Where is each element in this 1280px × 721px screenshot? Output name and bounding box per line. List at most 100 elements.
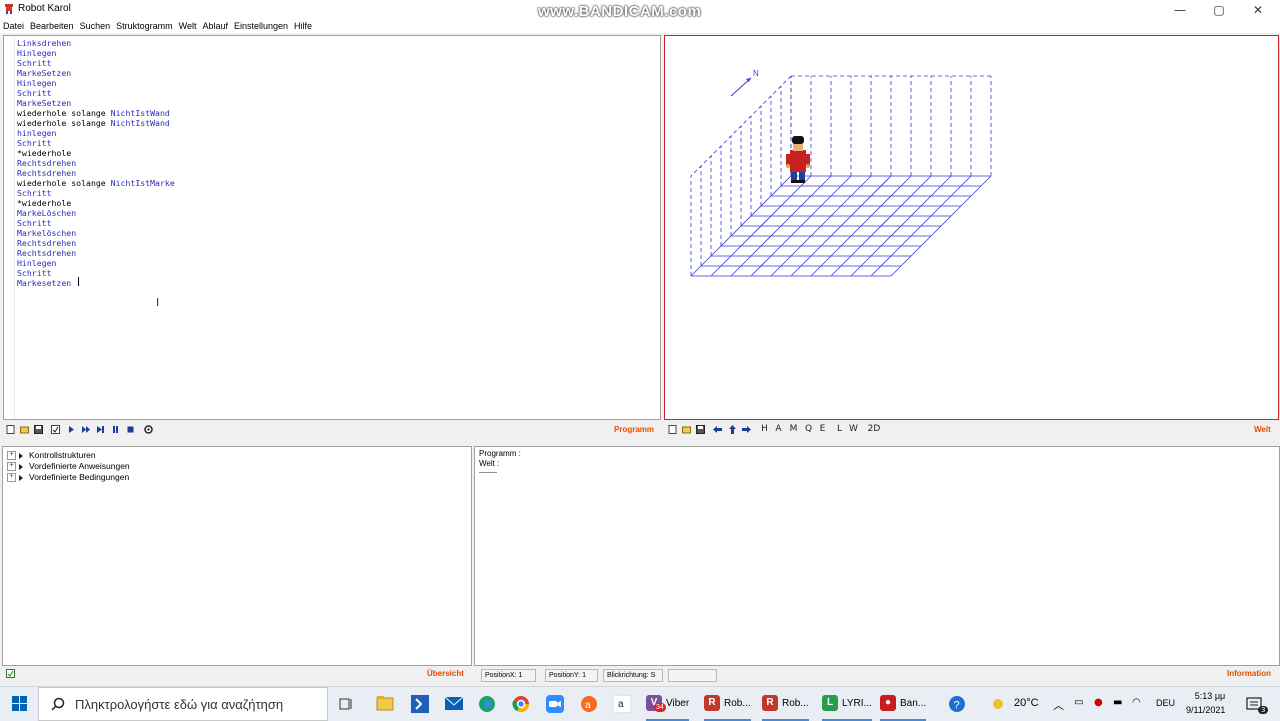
taskbar-app-4[interactable]: ● Ban... [880,687,927,721]
weather-temperature[interactable]: 20°C [1014,697,1039,709]
code-keyword: wiederhole solange [17,108,111,118]
clock-time[interactable]: 5:13 μμ [1190,691,1230,701]
avast-icon[interactable]: a [580,695,598,716]
world-tool-2d[interactable]: 2D [867,425,881,434]
taskbar-app-1[interactable]: R Rob... [704,687,751,721]
tree-item-bedingungen[interactable]: + Vordefinierte Bedingungen [7,472,130,483]
world-tool-m[interactable]: M [789,425,798,434]
code-line: Linksdrehen [17,38,175,48]
arrow-right-icon [19,463,23,470]
direction-field: Blickrichtung: S [603,669,663,682]
wifi-icon[interactable]: ◠ [1132,697,1141,708]
taskbar-app-2[interactable]: R Rob... [762,687,809,721]
expand-icon[interactable]: + [7,473,16,483]
world-tool-q[interactable]: Q [804,425,813,434]
settings-gear-icon[interactable] [144,425,153,434]
windows-start-icon[interactable] [12,696,28,715]
expand-icon[interactable]: + [7,462,16,472]
zoom-icon[interactable] [546,695,564,716]
world-toolbar: H A M Q E L W 2D Welt [664,421,1277,439]
world-tool-a[interactable]: A [774,425,783,434]
program-panel-label: Programm [614,425,655,434]
code-command: Schritt [17,218,52,228]
tree-item-kontrollstrukturen[interactable]: + Kontrollstrukturen [7,450,96,461]
taskbar-app-3[interactable]: L LYRI... [822,687,872,721]
world-tool-h[interactable]: H [760,425,769,434]
check-syntax-icon[interactable] [51,425,60,434]
task-view-icon[interactable] [338,696,354,715]
code-command: Rechtsdrehen [17,158,77,168]
code-command: Linksdrehen [17,38,72,48]
code-command: Schritt [17,268,52,278]
tree-item-anweisungen[interactable]: + Vordefinierte Anweisungen [7,461,130,472]
chrome-icon[interactable] [512,695,530,716]
mail-icon[interactable] [444,696,464,715]
keyboard-language[interactable]: DEU [1156,698,1175,708]
code-command: Rechtsdrehen [17,248,77,258]
info-program: Programm : [479,449,521,458]
robot-karol-app-icon [4,4,14,14]
save-icon[interactable] [34,425,43,434]
tray-bandicam-icon[interactable]: ● [1094,697,1103,708]
menu-bearbeiten[interactable]: Bearbeiten [27,20,77,33]
menu-welt[interactable]: Welt [176,20,200,33]
open-folder-icon[interactable] [20,425,29,434]
turn-left-icon[interactable] [713,425,722,434]
save-world-icon[interactable] [696,425,705,434]
code-command: Schritt [17,138,52,148]
maximize-button[interactable]: ▢ [1209,2,1229,18]
notification-count-badge: 3 [1258,706,1269,714]
window-title: Robot Karol [18,3,71,14]
menu-einstellungen[interactable]: Einstellungen [231,20,291,33]
menu-ablauf[interactable]: Ablauf [199,20,231,33]
menu-struktogramm[interactable]: Struktogramm [113,20,176,33]
chevron-up-icon[interactable]: ︿ [1053,697,1064,713]
close-button[interactable]: ✕ [1248,2,1268,18]
code-command: Rechtsdrehen [17,238,77,248]
code-listing[interactable]: Linksdrehen Hinlegen Schritt MarkeSetzen Hin… [17,38,175,288]
code-keyword: wiederhole solange [17,178,111,188]
tray-screen-icon[interactable]: ▭ [1074,697,1083,708]
edge-icon[interactable] [478,695,496,716]
weather-icon [990,696,1006,715]
help-icon[interactable]: ? [948,695,966,716]
powershell-icon[interactable] [411,695,429,716]
step-forward-icon[interactable] [728,425,737,434]
tree-item-label: Vordefinierte Anweisungen [29,461,130,471]
world-tool-l[interactable]: L [835,425,844,434]
new-world-icon[interactable] [668,425,677,434]
code-line: wiederhole solange NichtIstWand [17,118,175,128]
minimize-button[interactable]: — [1170,2,1190,18]
taskbar-search-box[interactable]: Πληκτρολογήστε εδώ για αναζήτηση [38,687,328,721]
info-rule: ——— [479,470,497,476]
new-file-icon[interactable] [6,425,15,434]
menu-suchen[interactable]: Suchen [77,20,114,33]
world-tool-e[interactable]: E [818,425,827,434]
stop-icon[interactable] [126,425,135,434]
code-line: Rechtsdrehen [17,238,175,248]
taskbar-app-0[interactable]: V Viber 34 [646,687,690,721]
code-line: wiederhole solange NichtIstMarke [17,178,175,188]
file-explorer-icon[interactable] [376,695,394,714]
battery-icon[interactable]: ▬ [1113,697,1122,708]
menu-datei[interactable]: Datei [0,20,27,33]
open-world-icon[interactable] [682,425,691,434]
step-icon[interactable] [96,425,105,434]
program-editor[interactable]: Linksdrehen Hinlegen Schritt MarkeSetzen Hin… [3,35,661,420]
information-label: Information [1227,669,1271,678]
world-tool-w[interactable]: W [849,425,858,434]
expand-icon[interactable]: + [7,451,16,461]
fast-run-icon[interactable] [82,425,91,434]
code-command: NichtIstWand [110,108,170,118]
turn-right-icon[interactable] [742,425,751,434]
clock-date[interactable]: 9/11/2021 [1186,705,1225,715]
world-view[interactable]: N [664,35,1279,420]
pause-icon[interactable] [111,425,120,434]
menu-hilfe[interactable]: Hilfe [291,20,315,33]
overview-icon[interactable] [6,669,15,678]
amazon-icon[interactable]: a [612,694,632,716]
search-placeholder: Πληκτρολογήστε εδώ για αναζήτηση [75,697,284,712]
run-icon[interactable] [67,425,76,434]
tree-item-label: Vordefinierte Bedingungen [29,472,130,482]
world-3d-grid: N [690,69,992,277]
